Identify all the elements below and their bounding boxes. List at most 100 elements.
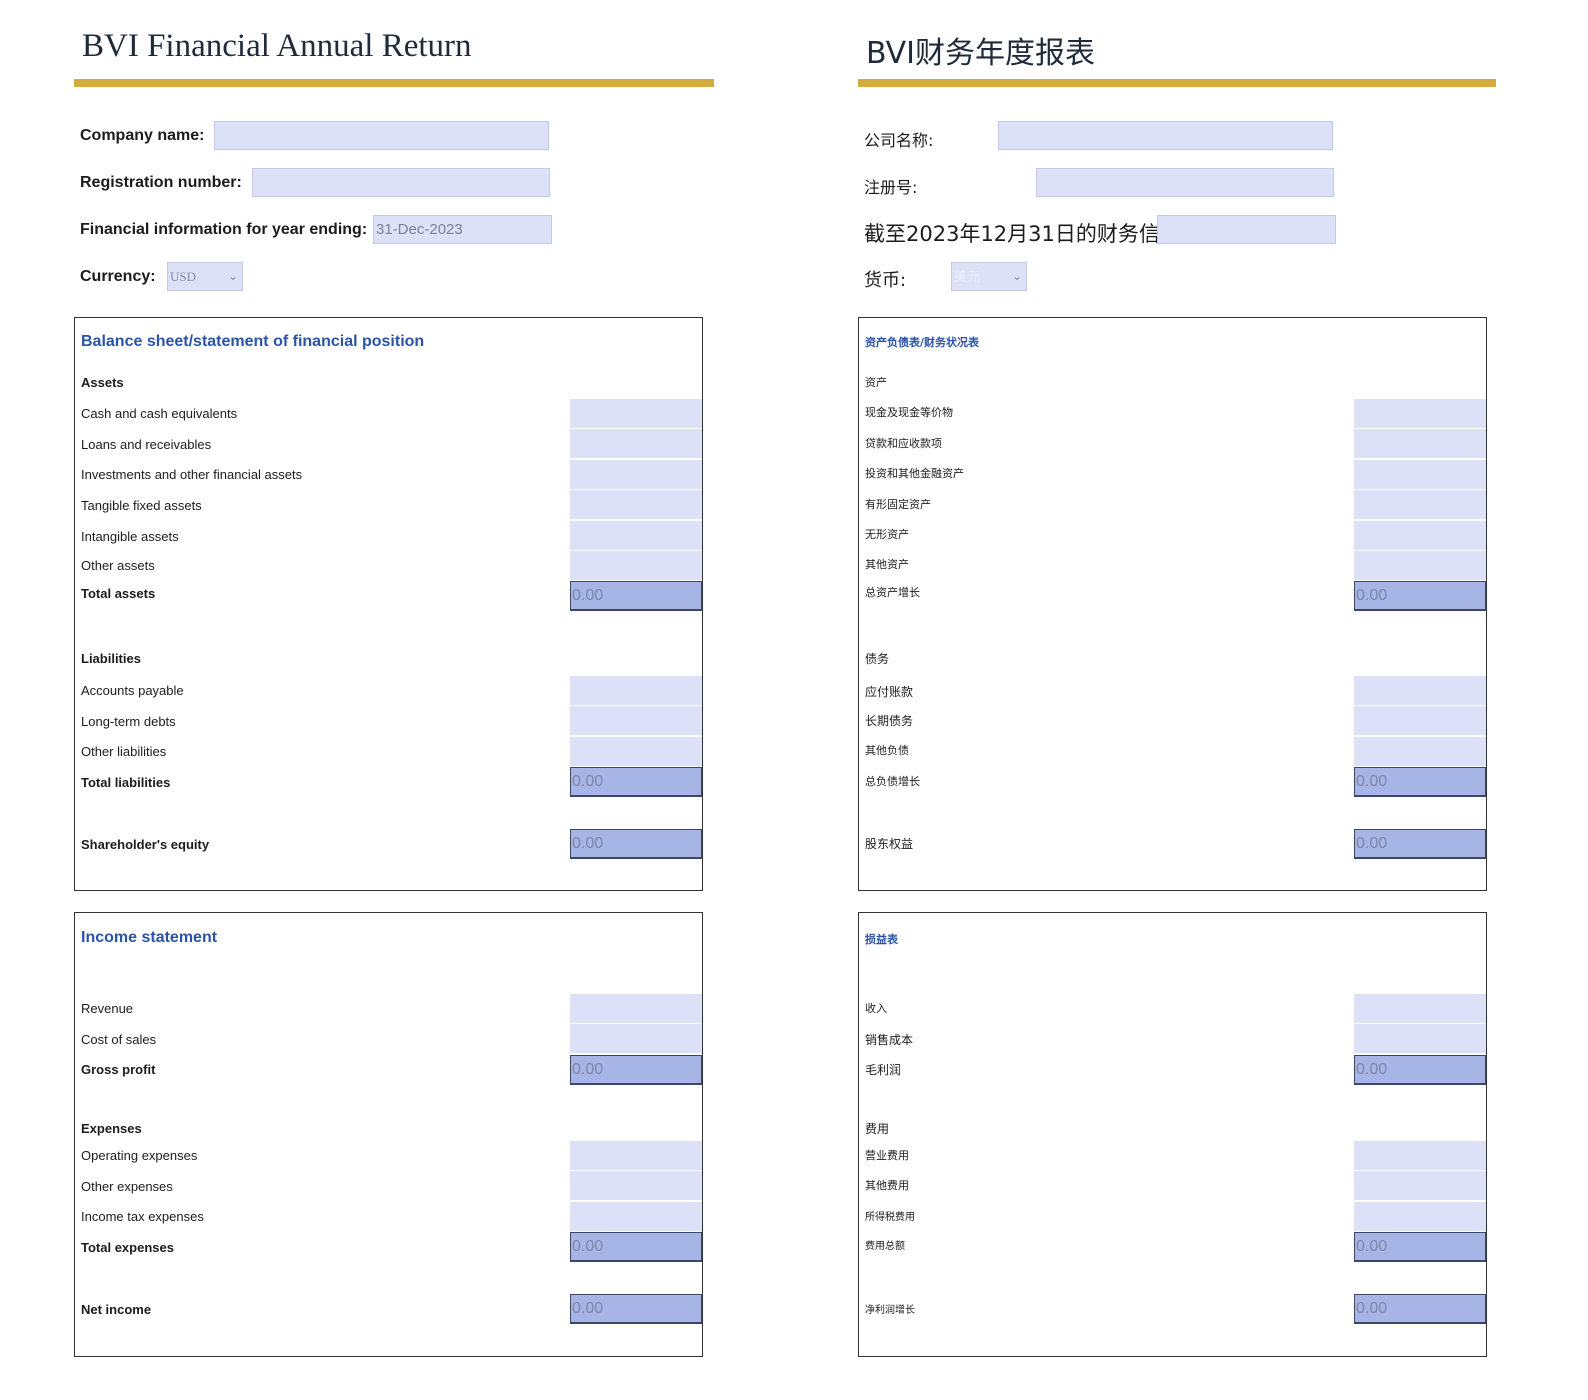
net-income-label: Net income — [81, 1302, 152, 1317]
cash-input[interactable] — [570, 399, 702, 429]
tangible-assets-input-cn[interactable] — [1354, 490, 1486, 520]
asset-row-label: Other assets — [81, 558, 155, 573]
expenses-heading: Expenses — [81, 1121, 142, 1136]
income-statement-panel-cn: 损益表 收入 销售成本 毛利润 0.00 费用 营业费用 其他费用 所得税费用 … — [858, 912, 1487, 1357]
gross-profit-value-cn: 0.00 — [1354, 1055, 1486, 1085]
company-name-label: Company name: — [80, 127, 205, 144]
intangible-assets-input[interactable] — [570, 521, 702, 551]
gross-profit-label: Gross profit — [81, 1062, 156, 1077]
revenue-input-cn[interactable] — [1354, 994, 1486, 1024]
liability-row-label: Other liabilities — [81, 744, 167, 759]
income-tax-input[interactable] — [570, 1202, 702, 1232]
total-liabilities-value: 0.00 — [570, 767, 702, 797]
long-term-debts-input-cn[interactable] — [1354, 706, 1486, 736]
intangible-assets-input-cn[interactable] — [1354, 521, 1486, 551]
total-assets-label-cn: 总资产增长 — [865, 586, 920, 599]
total-expenses-label: Total expenses — [81, 1240, 174, 1255]
total-expenses-value-cn: 0.00 — [1354, 1232, 1486, 1262]
other-assets-input-cn[interactable] — [1354, 551, 1486, 581]
expense-row-label-cn: 所得税费用 — [865, 1212, 915, 1223]
currency-value: USD — [170, 269, 197, 284]
loans-input-cn[interactable] — [1354, 429, 1486, 459]
cash-input-cn[interactable] — [1354, 399, 1486, 429]
revenue-input[interactable] — [570, 994, 702, 1024]
balance-sheet-title: Balance sheet/statement of financial pos… — [81, 333, 425, 350]
company-name-label-cn: 公司名称: — [864, 131, 934, 150]
expense-row-label-cn: 其他费用 — [865, 1179, 909, 1192]
other-liabilities-input-cn[interactable] — [1354, 737, 1486, 767]
equity-value: 0.00 — [570, 829, 702, 859]
currency-select-cn[interactable]: 美元 ⌄ — [951, 262, 1027, 291]
cost-of-sales-label-cn: 销售成本 — [865, 1033, 914, 1047]
accounts-payable-input[interactable] — [570, 676, 702, 706]
english-form: BVI Financial Annual Return Company name… — [74, 0, 724, 1400]
other-expenses-input-cn[interactable] — [1354, 1171, 1486, 1201]
equity-label-cn: 股东权益 — [865, 837, 914, 851]
assets-heading: Assets — [81, 375, 124, 390]
asset-row-label-cn: 投资和其他金融资产 — [865, 467, 964, 480]
investments-input-cn[interactable] — [1354, 460, 1486, 490]
cost-of-sales-input-cn[interactable] — [1354, 1024, 1486, 1054]
investments-input[interactable] — [570, 460, 702, 490]
net-income-label-cn: 净利润增长 — [865, 1305, 915, 1316]
operating-expenses-input-cn[interactable] — [1354, 1141, 1486, 1171]
total-expenses-label-cn: 费用总额 — [865, 1241, 905, 1252]
other-liabilities-input[interactable] — [570, 737, 702, 767]
income-tax-input-cn[interactable] — [1354, 1202, 1486, 1232]
net-income-value: 0.00 — [570, 1294, 702, 1324]
cost-of-sales-input[interactable] — [570, 1024, 702, 1054]
asset-row-label: Investments and other financial assets — [81, 467, 303, 482]
year-ending-input-cn[interactable] — [1157, 215, 1336, 244]
registration-number-label-cn: 注册号: — [864, 178, 918, 197]
tangible-assets-input[interactable] — [570, 490, 702, 520]
liability-row-label: Accounts payable — [81, 683, 184, 698]
assets-heading-cn: 资产 — [865, 376, 887, 389]
registration-number-input-cn[interactable] — [1036, 168, 1334, 197]
currency-label-cn: 货币: — [864, 270, 907, 291]
liability-row-label-cn: 长期债务 — [865, 714, 914, 728]
chevron-down-icon: ⌄ — [1011, 269, 1022, 283]
asset-row-label-cn: 有形固定资产 — [865, 498, 931, 511]
total-assets-value-cn: 0.00 — [1354, 581, 1486, 611]
expenses-heading-cn: 费用 — [865, 1122, 890, 1136]
currency-select[interactable]: USD ⌄ — [167, 262, 243, 291]
title-divider — [858, 79, 1496, 87]
equity-value-cn: 0.00 — [1354, 829, 1486, 859]
other-assets-input[interactable] — [570, 551, 702, 581]
currency-value-cn: 美元 — [954, 269, 981, 284]
company-name-input-cn[interactable] — [998, 121, 1333, 150]
gross-profit-value: 0.00 — [570, 1055, 702, 1085]
currency-label: Currency: — [80, 268, 156, 285]
registration-number-input[interactable] — [252, 168, 550, 197]
year-ending-label: Financial information for year ending: — [80, 221, 368, 238]
year-ending-label-cn: 截至2023年12月31日的财务信息 — [864, 222, 1181, 246]
expense-row-label: Other expenses — [81, 1179, 173, 1194]
asset-row-label-cn: 无形资产 — [865, 528, 909, 541]
balance-sheet-title-cn: 资产负债表/财务状况表 — [865, 336, 980, 349]
other-expenses-input[interactable] — [570, 1171, 702, 1201]
page-title: BVI Financial Annual Return — [82, 28, 472, 64]
asset-row-label-cn: 贷款和应收款项 — [865, 437, 942, 450]
total-assets-label: Total assets — [81, 586, 156, 601]
liability-row-label-cn: 应付账款 — [865, 685, 914, 699]
company-name-input[interactable] — [214, 121, 549, 150]
revenue-label: Revenue — [81, 1001, 134, 1016]
total-expenses-value: 0.00 — [570, 1232, 702, 1262]
chevron-down-icon: ⌄ — [227, 269, 238, 283]
equity-label: Shareholder's equity — [81, 837, 210, 852]
chinese-form: BVI财务年度报表 公司名称: 注册号: 截至2023年12月31日的财务信息 … — [858, 0, 1508, 1400]
income-statement-title: Income statement — [81, 929, 218, 946]
asset-row-label-cn: 其他资产 — [865, 558, 909, 571]
total-liabilities-label: Total liabilities — [81, 775, 171, 790]
asset-row-label: Tangible fixed assets — [81, 498, 202, 513]
long-term-debts-input[interactable] — [570, 706, 702, 736]
total-liabilities-value-cn: 0.00 — [1354, 767, 1486, 797]
title-divider — [74, 79, 714, 87]
liability-row-label: Long-term debts — [81, 714, 176, 729]
accounts-payable-input-cn[interactable] — [1354, 676, 1486, 706]
asset-row-label-cn: 现金及现金等价物 — [865, 406, 953, 419]
loans-input[interactable] — [570, 429, 702, 459]
income-statement-panel: Income statement Revenue Cost of sales G… — [74, 912, 703, 1357]
year-ending-input[interactable]: 31-Dec-2023 — [373, 215, 552, 244]
operating-expenses-input[interactable] — [570, 1141, 702, 1171]
